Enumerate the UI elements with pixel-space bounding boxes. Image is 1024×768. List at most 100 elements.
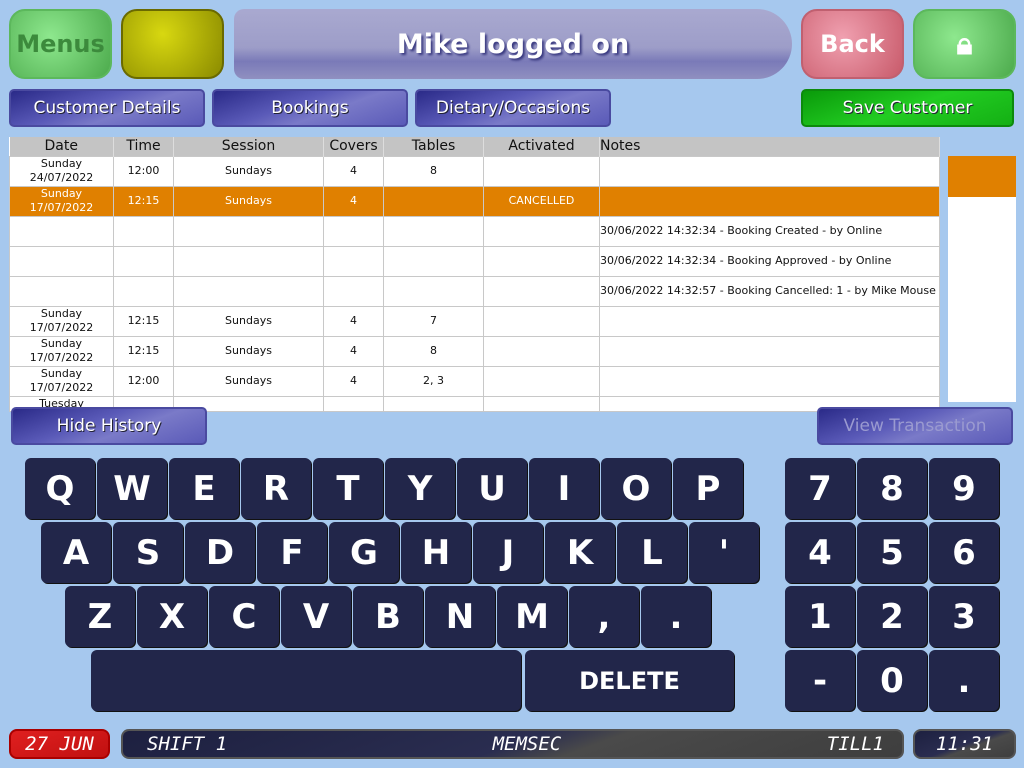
cell-time bbox=[113, 245, 174, 277]
cell-covers bbox=[323, 395, 384, 412]
status-bar: SHIFT 1 MEMSEC TILL1 bbox=[121, 729, 904, 759]
key-U[interactable]: U bbox=[457, 458, 527, 519]
numpad-key--[interactable]: - bbox=[785, 650, 855, 711]
column-header[interactable]: Notes bbox=[599, 137, 940, 156]
view-transaction-button[interactable]: View Transaction bbox=[817, 407, 1013, 445]
column-header[interactable]: Time bbox=[113, 137, 174, 156]
key-V[interactable]: V bbox=[281, 586, 351, 647]
save-customer-button[interactable]: Save Customer bbox=[801, 89, 1014, 127]
numpad-key-2[interactable]: 2 bbox=[857, 586, 927, 647]
title-text: Mike logged on bbox=[396, 28, 630, 60]
key-A[interactable]: A bbox=[41, 522, 111, 583]
key-Q[interactable]: Q bbox=[25, 458, 95, 519]
space-key[interactable] bbox=[91, 650, 521, 711]
table-row[interactable]: 30/06/2022 14:32:34 - Booking Approved -… bbox=[9, 245, 940, 277]
table-row[interactable]: Sunday 17/07/2022 12:15 Sundays 4 CANCELLED bbox=[9, 185, 940, 217]
key-E[interactable]: E bbox=[169, 458, 239, 519]
key-O[interactable]: O bbox=[601, 458, 671, 519]
cell-activated bbox=[483, 275, 600, 307]
key-'[interactable]: ' bbox=[689, 522, 759, 583]
key-K[interactable]: K bbox=[545, 522, 615, 583]
cell-session bbox=[173, 245, 324, 277]
numpad-key-8[interactable]: 8 bbox=[857, 458, 927, 519]
table-row[interactable]: Sunday 17/07/2022 12:00 Sundays 4 2, 3 bbox=[9, 365, 940, 397]
key-X[interactable]: X bbox=[137, 586, 207, 647]
cell-activated bbox=[483, 215, 600, 247]
key-C[interactable]: C bbox=[209, 586, 279, 647]
table-scrollbar[interactable] bbox=[948, 156, 1016, 402]
cell-time: 12:00 bbox=[113, 365, 174, 397]
column-header[interactable]: Covers bbox=[323, 137, 384, 156]
menus-button[interactable]: Menus bbox=[9, 9, 112, 79]
lock-button[interactable]: 🔒︎ bbox=[913, 9, 1016, 79]
cell-date: Sunday 17/07/2022 bbox=[9, 335, 114, 367]
table-row[interactable]: Sunday 24/07/2022 12:00 Sundays 4 8 bbox=[9, 155, 940, 187]
numpad-key-1[interactable]: 1 bbox=[785, 586, 855, 647]
back-button[interactable]: Back bbox=[801, 9, 904, 79]
key-H[interactable]: H bbox=[401, 522, 471, 583]
delete-key[interactable]: DELETE bbox=[525, 650, 734, 711]
numpad-key-9[interactable]: 9 bbox=[929, 458, 999, 519]
numpad-key-.[interactable]: . bbox=[929, 650, 999, 711]
cell-notes bbox=[599, 155, 940, 187]
scrollbar-thumb[interactable] bbox=[948, 156, 1016, 197]
key-T[interactable]: T bbox=[313, 458, 383, 519]
cell-date bbox=[9, 275, 114, 307]
cell-activated bbox=[483, 155, 600, 187]
numpad-key-7[interactable]: 7 bbox=[785, 458, 855, 519]
key-B[interactable]: B bbox=[353, 586, 423, 647]
hide-history-button[interactable]: Hide History bbox=[11, 407, 207, 445]
cell-notes bbox=[599, 335, 940, 367]
column-header[interactable]: Activated bbox=[483, 137, 600, 156]
cell-time: 12:15 bbox=[113, 185, 174, 217]
cell-time: 12:15 bbox=[113, 305, 174, 337]
key-F[interactable]: F bbox=[257, 522, 327, 583]
key-P[interactable]: P bbox=[673, 458, 743, 519]
padlock-icon: 🔒︎ bbox=[956, 26, 973, 62]
cell-activated bbox=[483, 335, 600, 367]
till-label: TILL1 bbox=[826, 733, 884, 755]
cell-tables: 7 bbox=[383, 305, 484, 337]
key-.[interactable]: . bbox=[641, 586, 711, 647]
shift-label: SHIFT 1 bbox=[147, 733, 228, 755]
column-header[interactable]: Tables bbox=[383, 137, 484, 156]
table-row[interactable]: 30/06/2022 14:32:34 - Booking Created - … bbox=[9, 215, 940, 247]
cell-tables bbox=[383, 395, 484, 412]
cell-covers: 4 bbox=[323, 335, 384, 367]
table-row[interactable]: Sunday 17/07/2022 12:15 Sundays 4 7 bbox=[9, 305, 940, 337]
tab-bookings[interactable]: Bookings bbox=[212, 89, 408, 127]
key-S[interactable]: S bbox=[113, 522, 183, 583]
cell-notes: 30/06/2022 14:32:34 - Booking Created - … bbox=[599, 215, 940, 247]
cell-time: 12:00 bbox=[113, 155, 174, 187]
table-row[interactable]: Sunday 17/07/2022 12:15 Sundays 4 8 bbox=[9, 335, 940, 367]
key-D[interactable]: D bbox=[185, 522, 255, 583]
key-,[interactable]: , bbox=[569, 586, 639, 647]
column-header[interactable]: Date bbox=[9, 137, 114, 156]
key-G[interactable]: G bbox=[329, 522, 399, 583]
cell-covers: 4 bbox=[323, 155, 384, 187]
column-header[interactable]: Session bbox=[173, 137, 324, 156]
key-N[interactable]: N bbox=[425, 586, 495, 647]
cell-session: Sundays bbox=[173, 305, 324, 337]
cell-tables: 8 bbox=[383, 335, 484, 367]
key-M[interactable]: M bbox=[497, 586, 567, 647]
tab-customer-details[interactable]: Customer Details bbox=[9, 89, 205, 127]
key-W[interactable]: W bbox=[97, 458, 167, 519]
cell-tables bbox=[383, 245, 484, 277]
key-R[interactable]: R bbox=[241, 458, 311, 519]
blank-button[interactable] bbox=[121, 9, 224, 79]
key-Y[interactable]: Y bbox=[385, 458, 455, 519]
key-L[interactable]: L bbox=[617, 522, 687, 583]
numpad-key-4[interactable]: 4 bbox=[785, 522, 855, 583]
numpad-key-5[interactable]: 5 bbox=[857, 522, 927, 583]
cell-session: Sundays bbox=[173, 185, 324, 217]
numpad-key-3[interactable]: 3 bbox=[929, 586, 999, 647]
key-J[interactable]: J bbox=[473, 522, 543, 583]
numpad-key-0[interactable]: 0 bbox=[857, 650, 927, 711]
key-I[interactable]: I bbox=[529, 458, 599, 519]
table-row[interactable]: 30/06/2022 14:32:57 - Booking Cancelled:… bbox=[9, 275, 940, 307]
cell-covers bbox=[323, 275, 384, 307]
key-Z[interactable]: Z bbox=[65, 586, 135, 647]
tab-dietary-occasions[interactable]: Dietary/Occasions bbox=[415, 89, 611, 127]
numpad-key-6[interactable]: 6 bbox=[929, 522, 999, 583]
